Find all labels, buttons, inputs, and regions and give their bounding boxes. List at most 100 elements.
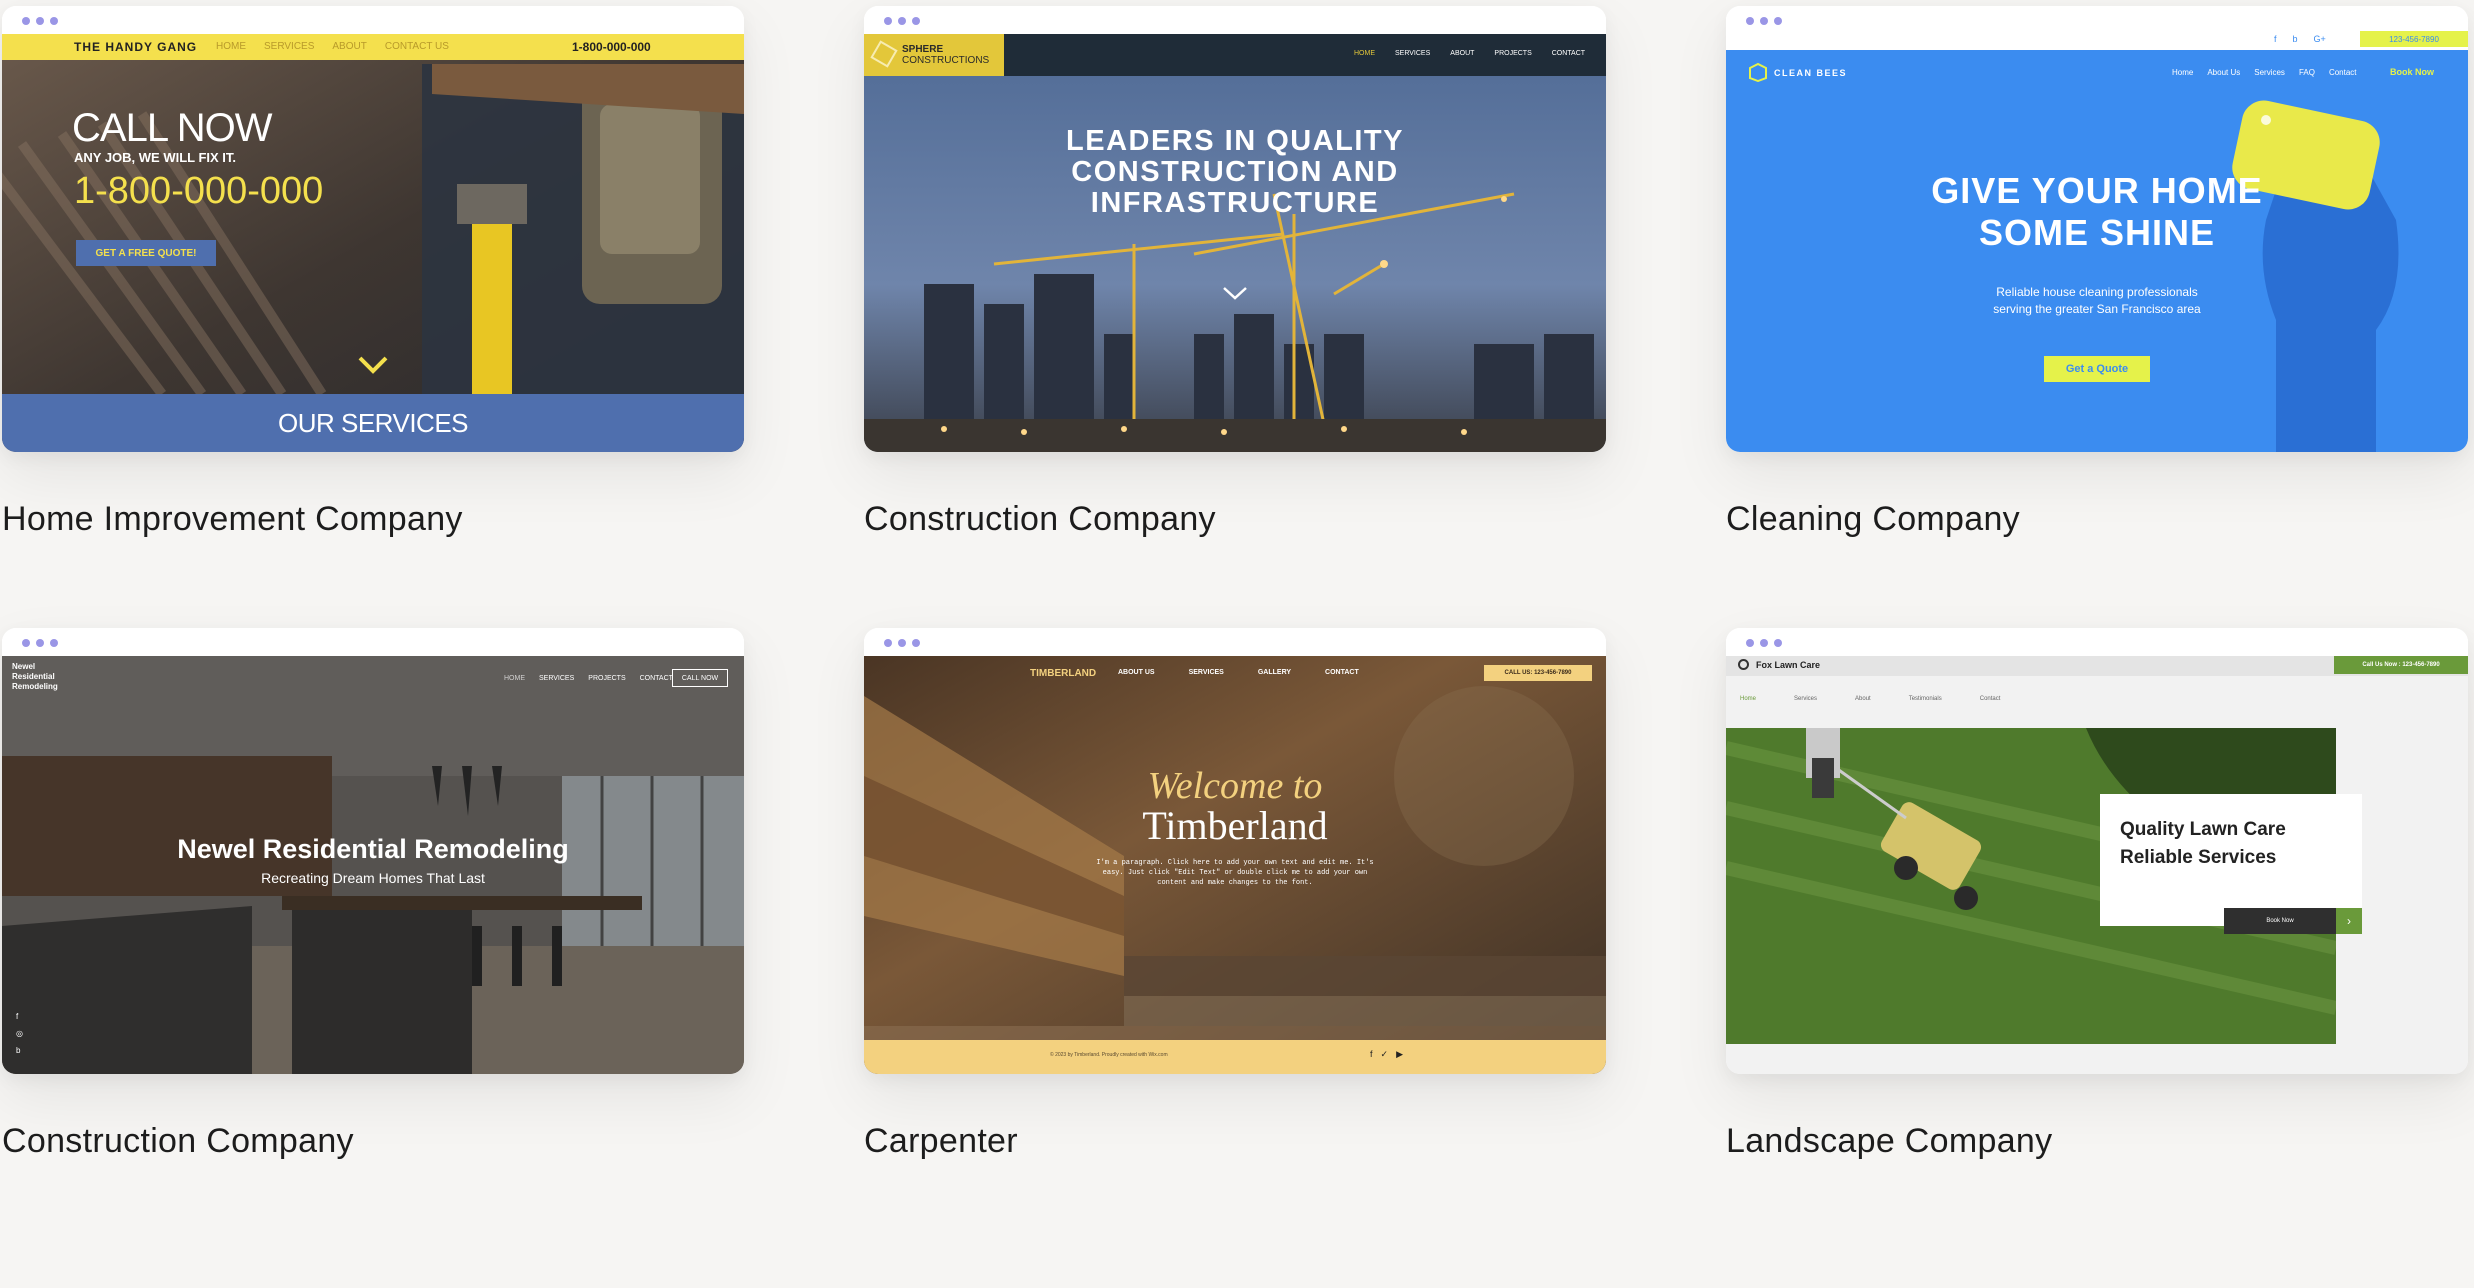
hero-headline: GIVE YOUR HOME SOME SHINE [1726, 170, 2468, 254]
nav-item-projects[interactable]: PROJECTS [588, 675, 625, 682]
nav-item-services[interactable]: SERVICES [539, 675, 574, 682]
nav-menu: ABOUT US SERVICES GALLERY CONTACT [1118, 669, 1359, 676]
top-utility-bar [1726, 30, 2468, 50]
youtube-icon[interactable]: ▶ [1396, 1049, 1403, 1060]
brand-line-2: Residential [12, 672, 55, 681]
call-now-button[interactable]: CALL NOW [672, 669, 728, 687]
hero-subline: Recreating Dream Homes That Last [261, 870, 485, 886]
card-title[interactable]: Landscape Company [1726, 1122, 2468, 1161]
window-dots [1746, 17, 1782, 25]
social-icons: f ◎ b [16, 1012, 23, 1055]
template-card-remodeling[interactable]: Newel Residential Remodeling HOME SERVIC… [2, 628, 744, 1161]
nav-item-services[interactable]: SERVICES [1189, 669, 1224, 676]
footer-bar [864, 1040, 1606, 1074]
hero-headline: Quality Lawn Care Reliable Services [2120, 816, 2286, 872]
nav-item-contact[interactable]: CONTACT [640, 675, 673, 682]
nav-item-home[interactable]: HOME [504, 675, 525, 682]
twitter-icon[interactable]: ✓ [1381, 1049, 1389, 1060]
preview-window[interactable]: TIMBERLAND ABOUT US SERVICES GALLERY CON… [864, 628, 1606, 1074]
template-card-landscape[interactable]: Fox Lawn Care Call Us Now : 123-456-7890… [1726, 628, 2468, 1161]
window-dots [22, 639, 58, 647]
google-plus-icon[interactable]: G+ [2314, 34, 2326, 44]
facebook-icon[interactable]: f [1370, 1049, 1373, 1060]
template-preview-screen: f b G+ 123-456-7890 CLEAN BEES Home Abou… [1726, 30, 2468, 452]
nav-item-about[interactable]: ABOUT US [1118, 669, 1155, 676]
headline-line-2: CONSTRUCTION AND [1071, 156, 1399, 188]
nav-item-services[interactable]: Services [2254, 68, 2285, 77]
nav-item-home[interactable]: Home [2172, 68, 2193, 77]
nav-item-about[interactable]: ABOUT [1450, 50, 1474, 57]
nav-item-services[interactable]: SERVICES [1395, 50, 1430, 57]
nav-item-contact[interactable]: CONTACT [1552, 50, 1585, 57]
call-us-button[interactable]: CALL US: 123-456-7890 [1484, 665, 1592, 681]
preview-window[interactable]: Newel Residential Remodeling HOME SERVIC… [2, 628, 744, 1074]
facebook-icon[interactable]: f [16, 1012, 23, 1021]
template-card-home-improvement[interactable]: THE HANDY GANG HOME SERVICES ABOUT CONTA… [2, 6, 744, 539]
hero-body: I'm a paragraph. Click here to add your … [864, 858, 1606, 888]
nav-menu: HOME SERVICES ABOUT PROJECTS CONTACT [1334, 50, 1585, 57]
services-band: OUR SERVICES [277, 407, 469, 438]
template-card-carpenter[interactable]: TIMBERLAND ABOUT US SERVICES GALLERY CON… [864, 628, 1606, 1161]
card-title[interactable]: Construction Company [864, 500, 1606, 539]
brand-logo[interactable]: Fox Lawn Care [1756, 660, 1820, 670]
preview-window[interactable]: Fox Lawn Care Call Us Now : 123-456-7890… [1726, 628, 2468, 1074]
nav-item-services[interactable]: Services [1794, 696, 1817, 702]
preview-window[interactable]: f b G+ 123-456-7890 CLEAN BEES Home Abou… [1726, 6, 2468, 452]
arrow-right-icon[interactable]: › [2336, 908, 2362, 934]
card-title[interactable]: Carpenter [864, 1122, 1606, 1161]
chevron-down-icon[interactable] [358, 356, 388, 374]
hero-headline: LEADERS IN QUALITY CONSTRUCTION AND INFR… [864, 126, 1606, 219]
free-quote-button[interactable]: GET A FREE QUOTE! [76, 240, 216, 266]
nav-item-projects[interactable]: PROJECTS [1494, 50, 1531, 57]
nav-item-about[interactable]: About [1855, 696, 1871, 702]
body-line-2: easy. Just click "Edit Text" or double c… [1102, 869, 1368, 877]
get-quote-button[interactable]: Get a Quote [2044, 356, 2150, 382]
body-line-3: content and make changes to the font. [1157, 879, 1313, 887]
nav-menu: Home About Us Services FAQ Contact [2172, 68, 2357, 77]
template-card-construction[interactable]: SPHERE CONSTRUCTIONS HOME SERVICES ABOUT… [864, 6, 1606, 539]
call-us-button[interactable]: Call Us Now : 123-456-7890 [2334, 656, 2468, 674]
nav-item-contact[interactable]: CONTACT US [385, 41, 449, 52]
brand-logo[interactable]: Newel Residential Remodeling [12, 662, 58, 692]
body-line-2: serving the greater San Francisco area [1993, 302, 2201, 316]
nav-item-services[interactable]: SERVICES [264, 41, 314, 52]
nav-item-contact[interactable]: CONTACT [1325, 669, 1359, 676]
card-title[interactable]: Home Improvement Company [2, 500, 744, 539]
bee-logo-icon [1749, 62, 1767, 82]
card-title[interactable]: Construction Company [2, 1122, 744, 1161]
nav-item-about[interactable]: ABOUT [332, 41, 366, 52]
book-now-link[interactable]: Book Now [2390, 67, 2434, 77]
header-phone[interactable]: 123-456-7890 [2360, 31, 2468, 47]
behance-icon[interactable]: b [16, 1046, 23, 1055]
nav-item-gallery[interactable]: GALLERY [1258, 669, 1291, 676]
preview-window[interactable]: THE HANDY GANG HOME SERVICES ABOUT CONTA… [2, 6, 744, 452]
preview-window[interactable]: SPHERE CONSTRUCTIONS HOME SERVICES ABOUT… [864, 6, 1606, 452]
nav-item-faq[interactable]: FAQ [2299, 68, 2315, 77]
template-card-cleaning[interactable]: f b G+ 123-456-7890 CLEAN BEES Home Abou… [1726, 6, 2468, 539]
nav-item-contact[interactable]: Contact [1980, 696, 2001, 702]
nav-item-contact[interactable]: Contact [2329, 68, 2357, 77]
brand-logo[interactable]: TIMBERLAND [1030, 668, 1096, 679]
window-chrome [2, 6, 744, 34]
hero-photo [864, 34, 1606, 452]
nav-item-about[interactable]: About Us [2207, 68, 2240, 77]
behance-icon[interactable]: b [2293, 34, 2298, 44]
facebook-icon[interactable]: f [2274, 34, 2277, 44]
card-title[interactable]: Cleaning Company [1726, 500, 2468, 539]
nav-item-home[interactable]: HOME [1354, 50, 1375, 57]
brand-line-3: Remodeling [12, 682, 58, 691]
brand-logo[interactable]: THE HANDY GANG [74, 40, 197, 54]
headline-line-1: Quality Lawn Care [2120, 819, 2286, 840]
instagram-icon[interactable]: ◎ [16, 1029, 23, 1038]
nav-item-home[interactable]: HOME [216, 41, 246, 52]
template-preview-screen: THE HANDY GANG HOME SERVICES ABOUT CONTA… [2, 34, 744, 452]
headline-line-2: Reliable Services [2120, 847, 2277, 868]
template-preview-screen: Fox Lawn Care Call Us Now : 123-456-7890… [1726, 656, 2468, 1074]
nav-item-home[interactable]: Home [1740, 696, 1756, 702]
window-chrome [1726, 628, 2468, 656]
book-now-button[interactable]: Book Now [2224, 908, 2336, 934]
brand-logo[interactable]: CLEAN BEES [1774, 68, 1847, 78]
nav-menu: Home Services About Testimonials Contact [1740, 696, 2000, 702]
nav-item-testimonials[interactable]: Testimonials [1909, 696, 1942, 702]
chevron-down-icon[interactable] [1222, 286, 1248, 300]
